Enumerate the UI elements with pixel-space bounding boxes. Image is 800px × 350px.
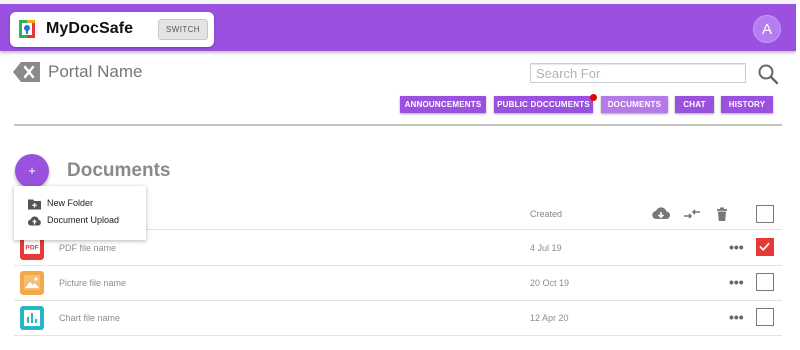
more-options-icon[interactable]: •••: [729, 275, 744, 289]
notification-dot: [590, 94, 597, 101]
cloud-upload-icon: [28, 216, 41, 226]
file-created-date: 4 Jul 19: [530, 243, 562, 253]
menu-item-new-folder[interactable]: New Folder: [14, 196, 146, 213]
new-folder-icon: [28, 199, 41, 210]
checkmark-icon: [759, 242, 770, 252]
table-row[interactable]: Picture file name 20 Oct 19 •••: [14, 266, 782, 301]
picture-file-icon: [20, 271, 44, 295]
more-options-icon[interactable]: •••: [729, 310, 744, 324]
tab-history[interactable]: HISTORY: [721, 96, 773, 113]
tab-public-documents[interactable]: PUBLIC DOCCUMENTS: [494, 96, 593, 113]
row-checkbox[interactable]: [756, 238, 774, 256]
column-header-created[interactable]: Created: [530, 209, 562, 219]
window-edge: [796, 0, 800, 350]
brand-card: MyDocSafe SWITCH: [10, 12, 214, 47]
table-row[interactable]: Chart file name 12 Apr 20 •••: [14, 301, 782, 336]
menu-item-label: New Folder: [47, 198, 94, 208]
file-name[interactable]: PDF file name: [59, 243, 116, 253]
mydocsafe-logo-icon: [19, 20, 35, 38]
switch-button[interactable]: SWITCH: [158, 19, 208, 40]
trash-icon[interactable]: [713, 206, 731, 222]
header-divider: [14, 124, 782, 126]
user-avatar[interactable]: A: [753, 15, 781, 43]
add-button[interactable]: +: [15, 154, 49, 188]
tab-documents[interactable]: DOCUMENTS: [601, 96, 668, 113]
file-name[interactable]: Chart file name: [59, 313, 120, 323]
row-checkbox[interactable]: [756, 308, 774, 326]
portal-name: Portal Name: [48, 62, 143, 81]
search-icon[interactable]: [757, 63, 779, 85]
more-options-icon[interactable]: •••: [729, 240, 744, 254]
cloud-download-icon[interactable]: [652, 206, 670, 222]
tab-chat[interactable]: CHAT: [675, 96, 714, 113]
add-menu: New Folder Document Upload: [14, 186, 146, 240]
brand-name: MyDocSafe: [46, 20, 134, 37]
search-input[interactable]: [530, 63, 746, 83]
tab-announcements[interactable]: ANNOUNCEMENTS: [400, 96, 486, 113]
file-created-date: 12 Apr 20: [530, 313, 569, 323]
chart-file-icon: [20, 306, 44, 330]
svg-text:PDF: PDF: [26, 245, 39, 252]
back-icon[interactable]: [13, 62, 40, 82]
menu-item-document-upload[interactable]: Document Upload: [14, 213, 146, 230]
move-icon[interactable]: [683, 206, 701, 222]
file-name[interactable]: Picture file name: [59, 278, 126, 288]
file-created-date: 20 Oct 19: [530, 278, 570, 288]
app-window: MyDocSafe SWITCH A Portal Name ANNOUNCEM…: [0, 0, 800, 350]
app-bar: MyDocSafe SWITCH A: [0, 4, 796, 51]
page-title: Documents: [67, 160, 171, 181]
menu-item-label: Document Upload: [47, 215, 120, 225]
select-all-checkbox[interactable]: [756, 205, 774, 223]
row-checkbox[interactable]: [756, 273, 774, 291]
